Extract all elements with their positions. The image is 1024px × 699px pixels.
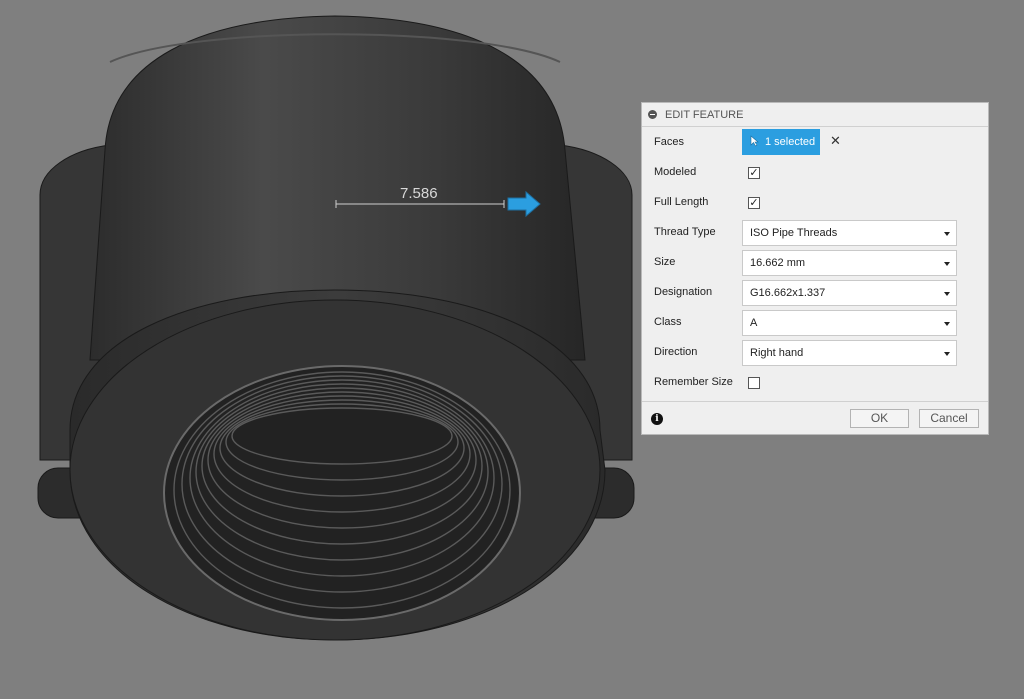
info-icon[interactable]: i [651, 413, 663, 425]
designation-dropdown[interactable]: G16.662x1.337 [742, 280, 957, 306]
thread-type-dropdown[interactable]: ISO Pipe Threads [742, 220, 957, 246]
thread-type-label: Thread Type [654, 226, 716, 238]
direction-value: Right hand [750, 347, 804, 359]
direction-label: Direction [654, 346, 698, 358]
cursor-icon [750, 134, 759, 150]
edit-feature-panel: EDIT FEATURE Faces 1 selected ✕ Modeled … [641, 102, 989, 435]
class-dropdown[interactable]: A [742, 310, 957, 336]
thread-type-row: Thread Type ISO Pipe Threads [642, 218, 988, 248]
chevron-down-icon [944, 262, 950, 266]
nut-model[interactable] [37, 15, 635, 641]
chevron-down-icon [944, 292, 950, 296]
designation-label: Designation [654, 286, 713, 298]
panel-title: EDIT FEATURE [665, 108, 744, 121]
dimension-value[interactable]: 7.586 [400, 185, 438, 202]
remember-size-row: Remember Size [642, 368, 988, 398]
thread-type-value: ISO Pipe Threads [750, 227, 838, 239]
modeled-checkbox[interactable]: ✓ [748, 167, 760, 179]
faces-selection-button[interactable]: 1 selected [742, 129, 820, 155]
size-value: 16.662 mm [750, 257, 806, 269]
cancel-button[interactable]: Cancel [919, 409, 979, 428]
remember-size-checkbox[interactable] [748, 377, 760, 389]
chevron-down-icon [944, 232, 950, 236]
clear-selection-icon[interactable]: ✕ [830, 133, 841, 149]
designation-row: Designation G16.662x1.337 [642, 278, 988, 308]
full-length-row: Full Length ✓ [642, 188, 988, 218]
class-row: Class A [642, 308, 988, 338]
designation-value: G16.662x1.337 [750, 287, 826, 299]
panel-footer: i OK Cancel [642, 401, 988, 436]
chevron-down-icon [944, 322, 950, 326]
class-value: A [750, 317, 758, 329]
modeled-row: Modeled ✓ [642, 158, 988, 188]
size-dropdown[interactable]: 16.662 mm [742, 250, 957, 276]
full-length-label: Full Length [654, 196, 709, 208]
size-row: Size 16.662 mm [642, 248, 988, 278]
chevron-down-icon [944, 352, 950, 356]
ok-button[interactable]: OK [850, 409, 909, 428]
class-label: Class [654, 316, 682, 328]
modeled-label: Modeled [654, 166, 697, 178]
direction-dropdown[interactable]: Right hand [742, 340, 957, 366]
size-label: Size [654, 256, 676, 268]
panel-header[interactable]: EDIT FEATURE [642, 103, 988, 127]
collapse-icon[interactable] [648, 110, 657, 119]
remember-size-label: Remember Size [654, 376, 733, 388]
direction-row: Direction Right hand [642, 338, 988, 368]
full-length-checkbox[interactable]: ✓ [748, 197, 760, 209]
faces-selection-label: 1 selected [765, 136, 816, 148]
faces-label: Faces [654, 136, 684, 148]
